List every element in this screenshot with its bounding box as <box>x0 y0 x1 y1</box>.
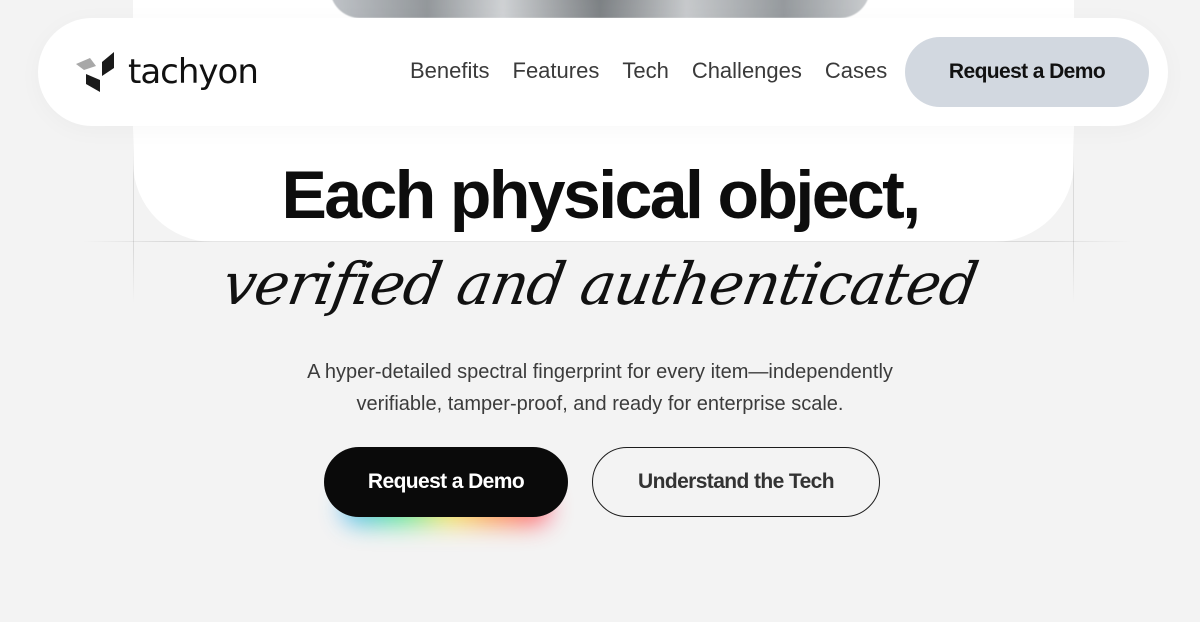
nav-request-demo-button[interactable]: Request a Demo <box>905 37 1149 107</box>
hero-script-tagline: verified and authenticated <box>217 250 983 318</box>
understand-tech-button[interactable]: Understand the Tech <box>592 447 880 517</box>
guide-line-horizontal <box>82 241 1132 242</box>
logo-link[interactable]: tachyon <box>72 50 259 94</box>
primary-cta-wrapper: Request a Demo <box>324 447 568 525</box>
primary-nav: Benefits Features Tech Challenges Cases <box>410 57 887 85</box>
hero-subtext-line1: A hyper-detailed spectral fingerprint fo… <box>307 361 893 383</box>
nav-link-tech[interactable]: Tech <box>622 57 668 85</box>
hero-headline: Each physical object, <box>281 157 922 233</box>
nav-link-cases[interactable]: Cases <box>825 57 887 85</box>
nav-link-features[interactable]: Features <box>513 57 600 85</box>
request-demo-button[interactable]: Request a Demo <box>324 447 568 517</box>
hero-subtext: A hyper-detailed spectral fingerprint fo… <box>0 356 1200 420</box>
hero-product-image <box>330 0 870 58</box>
tachyon-logo-icon <box>76 52 114 92</box>
navbar: tachyon Benefits Features Tech Challenge… <box>38 18 1168 126</box>
nav-link-benefits[interactable]: Benefits <box>410 57 490 85</box>
hero-subtext-line2: verifiable, tamper-proof, and ready for … <box>356 393 844 415</box>
brand-name: tachyon <box>128 52 259 92</box>
nav-link-challenges[interactable]: Challenges <box>692 57 802 85</box>
